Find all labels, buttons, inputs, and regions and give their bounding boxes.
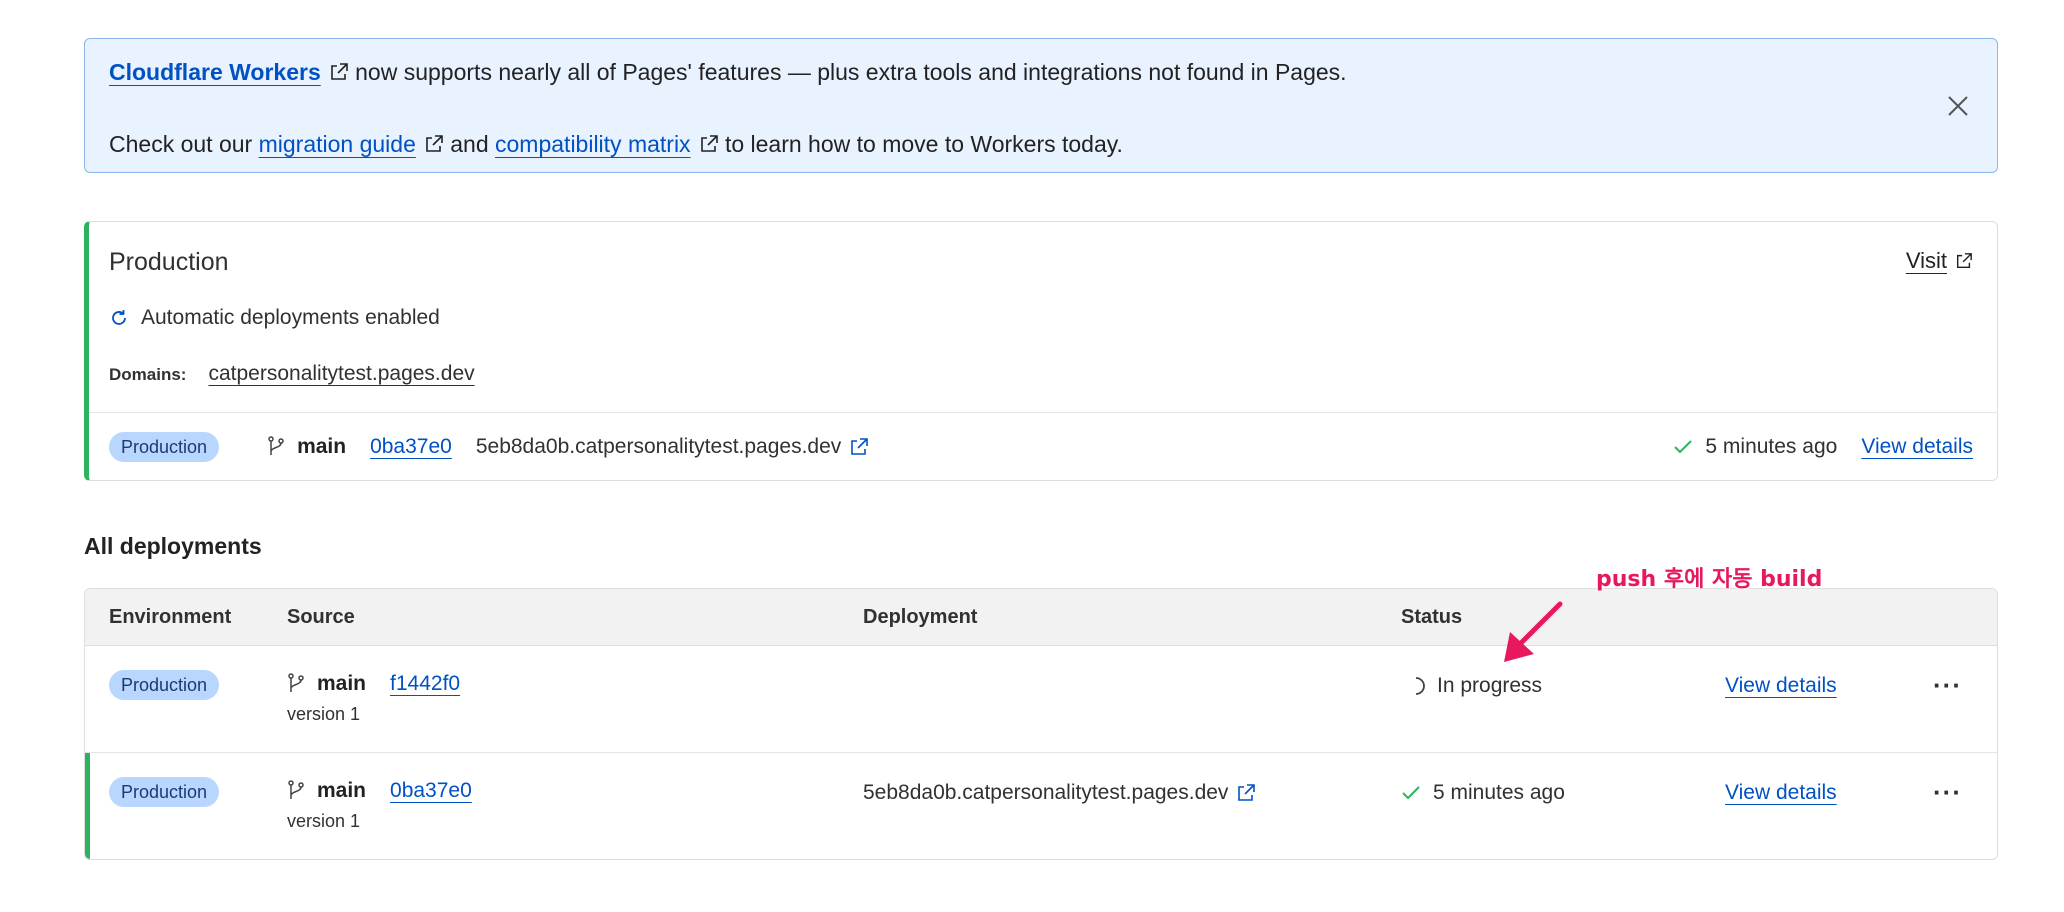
- banner-line-2-suffix: to learn how to move to Workers today.: [724, 131, 1123, 157]
- table-row: Production main f1442f0 version 1 In pro…: [85, 646, 1997, 753]
- auto-deploy-text: Automatic deployments enabled: [141, 306, 440, 329]
- source-cell: main f1442f0 version 1: [287, 672, 460, 725]
- view-details-link[interactable]: View details: [1725, 674, 1837, 698]
- deployment-url: 5eb8da0b.catpersonalitytest.pages.dev: [476, 435, 869, 459]
- column-header-status: Status: [1401, 606, 1463, 628]
- commit-hash-link[interactable]: 0ba37e0: [390, 779, 472, 803]
- view-details-link[interactable]: View details: [1861, 435, 1973, 459]
- column-header-environment: Environment: [109, 606, 232, 628]
- version-label: version 1: [287, 704, 361, 724]
- info-banner: Cloudflare Workers now supports nearly a…: [84, 38, 1998, 173]
- banner-line-1-text: now supports nearly all of Pages' featur…: [355, 59, 1347, 85]
- production-deployment-row: Production main 0ba37e0 5eb8da0b.catpers…: [109, 412, 1973, 482]
- status-cell: 5 minutes ago: [1401, 781, 1565, 805]
- deployment-url: 5eb8da0b.catpersonalitytest.pages.dev: [863, 781, 1256, 805]
- banner-line-1: Cloudflare Workers now supports nearly a…: [109, 55, 1973, 89]
- deployment-url-text: 5eb8da0b.catpersonalitytest.pages.dev: [475, 435, 842, 458]
- banner-line-2: Check out our migration guide and compat…: [109, 127, 1973, 161]
- branch: main: [267, 435, 346, 459]
- production-card: Production Visit Automatic deployments e…: [84, 221, 1998, 481]
- branch-name: main: [297, 435, 347, 458]
- view-details-link[interactable]: View details: [1725, 781, 1837, 805]
- visit-link[interactable]: Visit: [1906, 248, 1947, 273]
- branch-name: main: [317, 779, 367, 802]
- environment-badge: Production: [109, 670, 220, 700]
- status-cell: In progress: [1413, 674, 1542, 698]
- deployment-status: 5 minutes ago: [1673, 435, 1837, 459]
- annotation-arrow-icon: [1504, 601, 1563, 662]
- check-icon: [1674, 440, 1693, 454]
- domains-label: Domains:: [109, 365, 187, 384]
- external-link-icon: [1956, 253, 1972, 269]
- all-deployments-title: All deployments: [84, 533, 262, 559]
- deployment-url-text: 5eb8da0b.catpersonalitytest.pages.dev: [863, 781, 1229, 804]
- deployments-table: Environment Source Deployment Status Pro…: [84, 588, 1998, 860]
- branch-name: main: [317, 672, 367, 695]
- refresh-icon: [112, 310, 126, 325]
- annotation-label: push 후에 자동 build: [1596, 567, 1823, 592]
- production-title: Production: [109, 248, 229, 276]
- source-cell: main 0ba37e0 version 1: [287, 779, 472, 832]
- spinner-icon: [1415, 677, 1425, 695]
- environment-badge: Production: [109, 777, 220, 807]
- compatibility-matrix-link[interactable]: compatibility matrix: [495, 131, 691, 157]
- more-options-icon[interactable]: ···: [1933, 777, 1962, 808]
- column-header-source: Source: [287, 606, 355, 628]
- cloudflare-workers-link[interactable]: Cloudflare Workers: [109, 59, 321, 85]
- domains-row: Domains: catpersonalitytest.pages.dev: [109, 362, 475, 386]
- external-link-icon: [700, 135, 718, 152]
- auto-deploy-status: Automatic deployments enabled: [109, 306, 440, 330]
- external-link-icon[interactable]: [1236, 783, 1256, 803]
- visit-link-wrap: Visit: [1906, 248, 1973, 274]
- status-text: 5 minutes ago: [1433, 781, 1565, 804]
- table-header: Environment Source Deployment Status: [85, 589, 1997, 646]
- external-link-icon[interactable]: [849, 437, 869, 457]
- table-row: Production main 0ba37e0 version 1 5eb8da…: [85, 753, 1997, 859]
- commit-hash-link[interactable]: 0ba37e0: [370, 435, 452, 459]
- git-branch-icon: [288, 673, 304, 692]
- commit-hash-link[interactable]: f1442f0: [390, 672, 460, 696]
- external-link-icon: [330, 63, 348, 80]
- domain-link[interactable]: catpersonalitytest.pages.dev: [208, 362, 474, 386]
- git-branch-icon: [268, 436, 284, 455]
- git-branch-icon: [288, 780, 304, 799]
- column-header-deployment: Deployment: [863, 606, 978, 628]
- banner-line-2-prefix: Check out our: [109, 131, 253, 157]
- status-text: In progress: [1437, 674, 1543, 697]
- deployment-time: 5 minutes ago: [1705, 435, 1838, 458]
- migration-guide-link[interactable]: migration guide: [259, 131, 416, 157]
- environment-badge: Production: [109, 432, 220, 462]
- more-options-icon[interactable]: ···: [1933, 670, 1962, 701]
- version-label: version 1: [287, 811, 361, 831]
- close-icon[interactable]: [1945, 93, 1971, 119]
- external-link-icon: [426, 135, 443, 152]
- check-icon: [1402, 786, 1420, 800]
- banner-and-text: and: [450, 131, 489, 157]
